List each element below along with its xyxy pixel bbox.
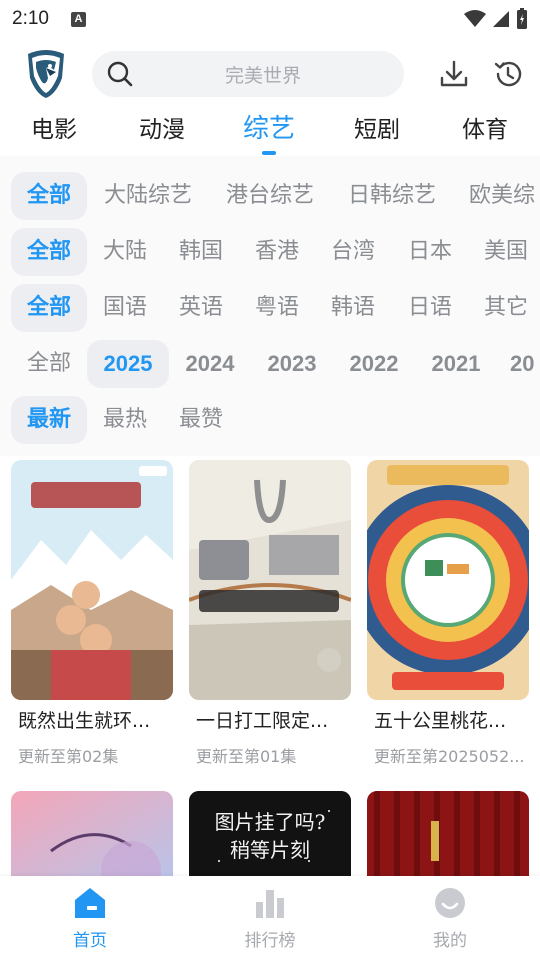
nav-home[interactable]: 首页 <box>45 886 135 951</box>
category-tabs: 电影 动漫 综艺 短剧 体育 <box>0 110 540 156</box>
card-title: 五十公里桃花... <box>374 710 507 732</box>
filter-row-language: 全部 国语 英语 粤语 韩语 日语 其它 <box>0 284 540 334</box>
tab-movie[interactable]: 电影 <box>19 110 89 144</box>
filter-year-2024[interactable]: 2024 <box>172 340 248 388</box>
search-bar[interactable]: 完美世界 <box>92 51 404 97</box>
filter-year-2021[interactable]: 2021 <box>418 340 494 388</box>
notification-icon: A <box>70 11 86 27</box>
placeholder-image: 图片挂了吗? 稍等片刻 <box>189 791 351 881</box>
filter-region-japan[interactable]: 日本 <box>402 228 458 276</box>
status-time: 2:10 <box>12 8 49 29</box>
bottom-nav: 首页 排行榜 我的 <box>0 876 540 960</box>
tab-short-drama[interactable]: 短剧 <box>342 110 412 144</box>
filter-year-2022[interactable]: 2022 <box>336 340 412 388</box>
status-bar: 2:10 A <box>0 0 540 38</box>
ranking-icon <box>256 890 284 918</box>
card-subtitle: 更新至第02集 <box>18 747 119 766</box>
active-tab-indicator <box>262 151 276 155</box>
filter-row-sort: 最新 最热 最赞 <box>0 396 540 446</box>
history-icon[interactable] <box>492 58 524 90</box>
signal-icon <box>493 11 509 27</box>
placeholder-text-line2: 稍等片刻 <box>230 838 310 862</box>
filter-region-usa[interactable]: 美国 <box>478 228 534 276</box>
sort-latest[interactable]: 最新 <box>11 396 87 444</box>
card-poster-placeholder[interactable]: 图片挂了吗? 稍等片刻 <box>189 791 351 881</box>
filter-year-2023[interactable]: 2023 <box>254 340 330 388</box>
filter-year-2025[interactable]: 2025 <box>87 340 169 388</box>
filter-lang-english[interactable]: 英语 <box>173 284 229 332</box>
filter-type-jpkr[interactable]: 日韩综艺 <box>341 172 443 220</box>
download-icon[interactable] <box>438 58 470 90</box>
filter-type-mainland[interactable]: 大陆综艺 <box>97 172 199 220</box>
card-title: 既然出生就环... <box>18 710 151 732</box>
filter-lang-japanese[interactable]: 日语 <box>402 284 458 332</box>
content-card[interactable]: 一日打工限定... 更新至第01集 <box>189 460 351 767</box>
card-subtitle: 更新至第2025052... <box>374 747 525 766</box>
filter-type-all[interactable]: 全部 <box>11 172 87 220</box>
nav-profile-label: 我的 <box>433 931 467 951</box>
filter-type-western[interactable]: 欧美综 <box>463 172 540 220</box>
card-poster[interactable] <box>11 791 173 881</box>
filter-row-type: 全部 大陆综艺 港台综艺 日韩综艺 欧美综 <box>0 172 540 222</box>
battery-icon <box>517 8 527 29</box>
card-poster[interactable] <box>367 791 529 881</box>
tab-sports[interactable]: 体育 <box>450 110 520 144</box>
filter-panel: 全部 大陆综艺 港台综艺 日韩综艺 欧美综 全部 大陆 韩国 香港 台湾 日本 … <box>0 156 540 456</box>
nav-ranking-label: 排行榜 <box>244 931 296 951</box>
top-header: 完美世界 <box>0 46 540 104</box>
filter-year-20[interactable]: 20 <box>510 340 540 388</box>
home-icon <box>75 888 105 918</box>
filter-row-region: 全部 大陆 韩国 香港 台湾 日本 美国 <box>0 228 540 278</box>
content-card[interactable] <box>367 791 529 881</box>
sort-hottest[interactable]: 最热 <box>97 396 153 444</box>
content-card[interactable]: 五十公里桃花... 更新至第2025052... <box>367 460 529 767</box>
eagle-logo-icon[interactable] <box>22 48 70 100</box>
filter-region-taiwan[interactable]: 台湾 <box>325 228 381 276</box>
filter-lang-mandarin[interactable]: 国语 <box>97 284 153 332</box>
content-card[interactable] <box>11 791 173 881</box>
card-poster[interactable] <box>367 460 529 700</box>
placeholder-text-line1: 图片挂了吗? <box>215 810 326 834</box>
tab-variety[interactable]: 综艺 <box>234 108 304 145</box>
nav-ranking[interactable]: 排行榜 <box>225 886 315 951</box>
filter-type-hktw[interactable]: 港台综艺 <box>219 172 321 220</box>
tab-anime[interactable]: 动漫 <box>127 110 197 144</box>
card-poster[interactable] <box>189 460 351 700</box>
search-icon <box>107 61 133 87</box>
wifi-icon <box>464 10 486 27</box>
card-poster[interactable] <box>11 460 173 700</box>
filter-region-hongkong[interactable]: 香港 <box>249 228 305 276</box>
filter-region-korea[interactable]: 韩国 <box>173 228 229 276</box>
sort-most-liked[interactable]: 最赞 <box>173 396 229 444</box>
search-placeholder[interactable]: 完美世界 <box>92 61 404 88</box>
filter-lang-korean[interactable]: 韩语 <box>325 284 381 332</box>
profile-icon <box>435 888 465 918</box>
card-subtitle: 更新至第01集 <box>196 747 297 766</box>
nav-home-label: 首页 <box>73 931 107 951</box>
nav-profile[interactable]: 我的 <box>405 886 495 951</box>
filter-row-year: 全部 2025 2024 2023 2022 2021 20 <box>0 340 540 390</box>
card-title: 一日打工限定... <box>196 710 329 732</box>
content-card[interactable]: 图片挂了吗? 稍等片刻 <box>189 791 351 881</box>
content-card[interactable]: 既然出生就环... 更新至第02集 <box>11 460 173 767</box>
filter-lang-all[interactable]: 全部 <box>11 284 87 332</box>
filter-region-mainland[interactable]: 大陆 <box>97 228 153 276</box>
filter-lang-other[interactable]: 其它 <box>478 284 534 332</box>
filter-lang-cantonese[interactable]: 粤语 <box>249 284 305 332</box>
filter-year-all[interactable]: 全部 <box>11 340 87 388</box>
filter-region-all[interactable]: 全部 <box>11 228 87 276</box>
